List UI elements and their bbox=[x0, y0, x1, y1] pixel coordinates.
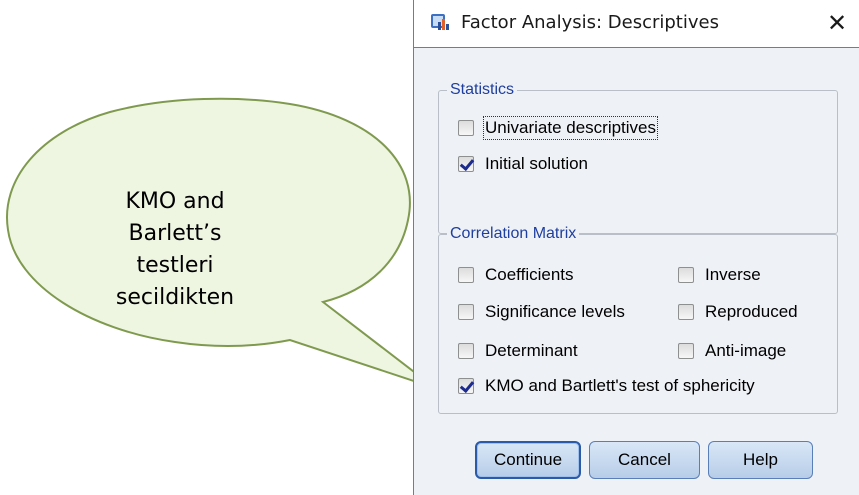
inverse-checkbox[interactable]: Inverse bbox=[678, 265, 761, 285]
checkbox-label: KMO and Bartlett's test of sphericity bbox=[485, 376, 755, 395]
checkbox-box[interactable] bbox=[458, 378, 474, 394]
callout-line: KMO and bbox=[125, 189, 225, 214]
descriptives-dialog: Factor Analysis: Descriptives ✕ Statisti… bbox=[413, 0, 859, 495]
checkbox-label: Determinant bbox=[485, 341, 578, 360]
callout-line: testleri bbox=[136, 253, 214, 278]
checkbox-box[interactable] bbox=[458, 267, 474, 283]
dialog-title: Factor Analysis: Descriptives bbox=[461, 12, 719, 33]
callout-line: Barlett’s bbox=[128, 221, 222, 246]
checkbox-box[interactable] bbox=[678, 343, 694, 359]
callout-text: KMO and Barlett’s testleri secildikten bbox=[70, 186, 280, 318]
continue-button[interactable]: Continue bbox=[475, 441, 581, 479]
callout-line: secildikten bbox=[115, 285, 235, 310]
coefficients-checkbox[interactable]: Coefficients bbox=[458, 265, 574, 285]
checkbox-label: Anti-image bbox=[705, 341, 787, 360]
significance-levels-checkbox[interactable]: Significance levels bbox=[458, 302, 625, 322]
checkbox-box[interactable] bbox=[458, 120, 474, 136]
statistics-legend: Statistics bbox=[447, 80, 518, 100]
spss-app-icon bbox=[431, 14, 449, 30]
dialog-body: Statistics Univariate descriptives Initi… bbox=[414, 48, 859, 495]
checkbox-label: Reproduced bbox=[705, 302, 798, 321]
checkbox-label: Univariate descriptives bbox=[482, 116, 659, 140]
checkbox-box[interactable] bbox=[458, 304, 474, 320]
correlation-matrix-legend: Correlation Matrix bbox=[447, 224, 580, 244]
determinant-checkbox[interactable]: Determinant bbox=[458, 341, 578, 361]
cancel-button[interactable]: Cancel bbox=[589, 441, 700, 479]
kmo-bartlett-checkbox[interactable]: KMO and Bartlett's test of sphericity bbox=[458, 376, 755, 396]
anti-image-checkbox[interactable]: Anti-image bbox=[678, 341, 786, 361]
checkbox-label: Significance levels bbox=[485, 302, 625, 321]
checkbox-label: Coefficients bbox=[485, 265, 574, 284]
checkbox-box[interactable] bbox=[678, 304, 694, 320]
close-button[interactable]: ✕ bbox=[814, 0, 859, 46]
help-button[interactable]: Help bbox=[708, 441, 813, 479]
title-bar[interactable]: Factor Analysis: Descriptives ✕ bbox=[414, 0, 859, 48]
checkbox-box[interactable] bbox=[458, 343, 474, 359]
univariate-descriptives-checkbox[interactable]: Univariate descriptives bbox=[458, 116, 659, 140]
checkbox-label: Initial solution bbox=[485, 154, 589, 173]
checkbox-box[interactable] bbox=[678, 267, 694, 283]
initial-solution-checkbox[interactable]: Initial solution bbox=[458, 154, 588, 174]
close-icon: ✕ bbox=[826, 9, 848, 37]
checkbox-label: Inverse bbox=[705, 265, 761, 284]
checkbox-box[interactable] bbox=[458, 156, 474, 172]
reproduced-checkbox[interactable]: Reproduced bbox=[678, 302, 798, 322]
